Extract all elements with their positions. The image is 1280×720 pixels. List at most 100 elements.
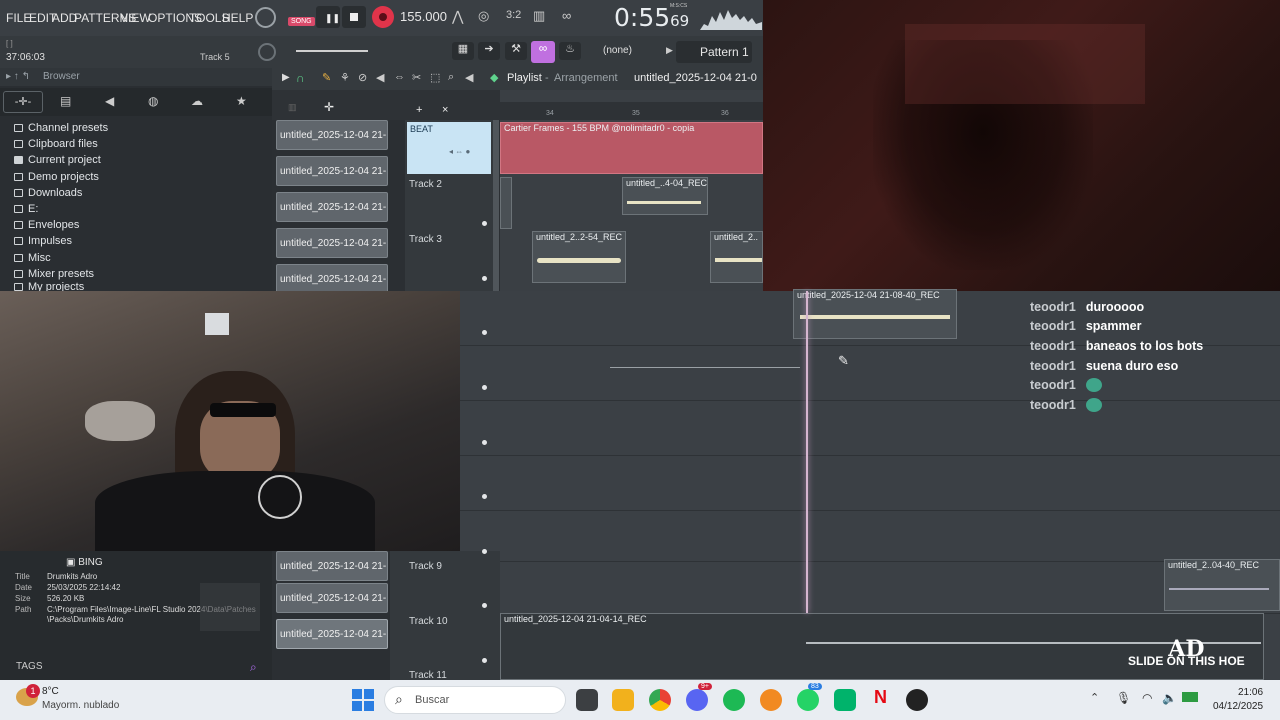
master-volume-knob[interactable] bbox=[255, 7, 276, 28]
track-mute-dot[interactable] bbox=[482, 603, 487, 608]
track-name[interactable]: Track 9 bbox=[409, 561, 442, 572]
pattern-item[interactable]: untitled_2025-12-04 21-... bbox=[276, 156, 388, 186]
microphone-icon[interactable]: 🎙 bbox=[1116, 691, 1131, 705]
bell-icon[interactable]: ♨ bbox=[559, 42, 581, 60]
list-item[interactable]: Mixer presets bbox=[14, 266, 108, 282]
pause-button[interactable]: ❚❚ bbox=[316, 6, 340, 28]
browser-tab-files-icon[interactable]: ▤ bbox=[60, 94, 71, 108]
track-mute-dot[interactable] bbox=[482, 494, 487, 499]
weather-temp[interactable]: 8°C bbox=[42, 686, 59, 697]
song-mode-toggle[interactable]: SONG bbox=[288, 17, 315, 26]
media-player-icon[interactable] bbox=[906, 689, 928, 711]
tray-chevron-icon[interactable]: ⌃ bbox=[1090, 691, 1099, 704]
spotify-icon[interactable] bbox=[723, 689, 745, 711]
track-mute-dot[interactable] bbox=[482, 440, 487, 445]
netflix-icon[interactable]: N bbox=[874, 687, 887, 708]
slice-tool-icon[interactable]: ✂ bbox=[412, 71, 421, 84]
wait-for-input-icon[interactable]: ◎ bbox=[478, 8, 489, 24]
track-scrollbar[interactable] bbox=[493, 120, 499, 291]
track-controls-icon[interactable]: ◂ ⇔ ● bbox=[449, 147, 470, 156]
list-item[interactable]: Misc bbox=[14, 250, 108, 266]
menu-help[interactable]: HELP bbox=[222, 11, 253, 25]
list-item[interactable]: E: bbox=[14, 201, 108, 217]
metronome-icon[interactable]: ⋀ bbox=[452, 8, 463, 25]
browser-tab-audio-icon[interactable]: ◀ bbox=[105, 94, 114, 108]
clip-t2[interactable]: untitled_..4-04_REC bbox=[622, 177, 708, 215]
track-mute-dot[interactable] bbox=[482, 658, 487, 663]
pattern-item[interactable]: untitled_2025-12-04 21-... bbox=[276, 120, 388, 150]
arrow-icon[interactable]: ➔ bbox=[478, 42, 500, 60]
track-mute-dot[interactable] bbox=[482, 221, 487, 226]
clock-date[interactable]: 04/12/2025 bbox=[1213, 701, 1263, 712]
magnet-icon[interactable]: ∩ bbox=[296, 71, 305, 85]
browser-nav-icons[interactable]: ▸ ↑ ↰ bbox=[6, 71, 30, 82]
browser-tab-starred-icon[interactable]: ★ bbox=[236, 94, 247, 108]
select-tool-icon[interactable]: ⬚ bbox=[430, 71, 440, 84]
taskbar-search[interactable]: ⌕ Buscar bbox=[384, 686, 566, 714]
windows-start-icon[interactable] bbox=[352, 689, 374, 711]
battery-icon[interactable] bbox=[1182, 692, 1198, 702]
clip-t9[interactable]: untitled_2..04-40_REC bbox=[1164, 559, 1280, 611]
list-item[interactable]: Channel presets bbox=[14, 120, 108, 136]
piano-roll-icon[interactable]: ▦ bbox=[452, 42, 474, 60]
track-name[interactable]: Track 2 bbox=[409, 179, 442, 190]
mute-tool-icon[interactable]: ◀ bbox=[376, 71, 384, 84]
clip-t4[interactable]: untitled_2025-12-04 21-08-40_REC bbox=[793, 289, 957, 339]
pattern-item[interactable]: untitled_2025-12-04 21-... bbox=[276, 192, 388, 222]
pattern-item[interactable]: untitled_2025-12-04 21-... bbox=[276, 551, 388, 581]
plugin-icon[interactable]: ⚒ bbox=[505, 42, 527, 60]
playhead-marker[interactable] bbox=[806, 291, 808, 613]
snap-select[interactable]: (none) bbox=[603, 45, 632, 56]
task-view-icon[interactable] bbox=[576, 689, 598, 711]
track-mute-dot[interactable] bbox=[482, 330, 487, 335]
pencil-tool-icon[interactable]: ✎ bbox=[322, 71, 331, 84]
menu-view[interactable]: VIEW bbox=[120, 11, 151, 25]
pattern-add-icon[interactable]: ✛ bbox=[324, 100, 334, 114]
playback-tool-icon[interactable]: ◀ bbox=[465, 71, 473, 84]
tempo-display[interactable]: 155.000 bbox=[400, 9, 447, 24]
file-explorer-icon[interactable] bbox=[612, 689, 634, 711]
clip-t2-start[interactable] bbox=[500, 177, 512, 229]
record-button[interactable] bbox=[372, 6, 394, 28]
pattern-item-selected[interactable]: untitled_2025-12-04 21-... bbox=[276, 619, 388, 649]
clip-beat[interactable]: Cartier Frames - 155 BPM @nolimitadr0 - … bbox=[500, 122, 763, 174]
discord-icon[interactable] bbox=[686, 689, 708, 711]
loop-record-icon[interactable]: ∞ bbox=[562, 8, 571, 23]
clip-t3a[interactable]: untitled_2..2-54_REC bbox=[532, 231, 626, 283]
list-item[interactable]: Impulses bbox=[14, 233, 108, 249]
pattern-item[interactable]: untitled_2025-12-04 21-... bbox=[276, 583, 388, 613]
track-mute-dot[interactable] bbox=[482, 385, 487, 390]
slip-tool-icon[interactable]: ⇔ bbox=[394, 71, 405, 83]
track-add-icon[interactable]: + bbox=[416, 104, 422, 116]
paint-tool-icon[interactable]: ⚘ bbox=[340, 71, 350, 84]
android-icon[interactable] bbox=[834, 689, 856, 711]
tag-search-icon[interactable]: ⌕ bbox=[250, 660, 257, 675]
clock-time[interactable]: 21:06 bbox=[1238, 687, 1263, 698]
track-mute-dot[interactable] bbox=[482, 276, 487, 281]
stop-button[interactable] bbox=[342, 6, 366, 28]
pitch-knob[interactable] bbox=[258, 43, 276, 61]
browser-tab-plugins-icon[interactable]: ◍ bbox=[148, 94, 158, 108]
zoom-tool-icon[interactable]: ⌕ bbox=[448, 71, 454, 84]
fl-studio-icon[interactable] bbox=[760, 689, 782, 711]
pattern-select[interactable]: Pattern 1 bbox=[676, 41, 752, 63]
weather-desc[interactable]: Mayorm. nublado bbox=[42, 700, 119, 711]
countdown-icon[interactable]: 3:2 bbox=[506, 9, 521, 21]
pattern-play-icon[interactable]: ▶ bbox=[666, 45, 673, 56]
track-delete-icon[interactable]: × bbox=[442, 104, 448, 116]
volume-icon[interactable]: 🔈 bbox=[1162, 691, 1177, 705]
list-item[interactable]: Envelopes bbox=[14, 217, 108, 233]
playlist-scrollbar[interactable] bbox=[500, 90, 763, 102]
pattern-item[interactable]: untitled_2025-12-04 21-... bbox=[276, 228, 388, 258]
menu-file[interactable]: FILE bbox=[6, 11, 31, 25]
pattern-item[interactable]: untitled_2025-12-04 21-... bbox=[276, 264, 388, 294]
master-pitch-slider[interactable] bbox=[296, 50, 368, 52]
whatsapp-icon[interactable] bbox=[797, 689, 819, 711]
list-item[interactable]: Current project bbox=[14, 152, 108, 168]
browser-tab-all-icon[interactable]: -✛- bbox=[3, 91, 43, 113]
step-edit-icon[interactable]: ▥ bbox=[533, 8, 545, 24]
browser-tab-cloud-icon[interactable]: ☁ bbox=[191, 94, 203, 108]
clip-t3b[interactable]: untitled_2.. bbox=[710, 231, 763, 283]
track-mute-dot[interactable] bbox=[482, 549, 487, 554]
wifi-icon[interactable]: ◠ bbox=[1142, 691, 1152, 705]
